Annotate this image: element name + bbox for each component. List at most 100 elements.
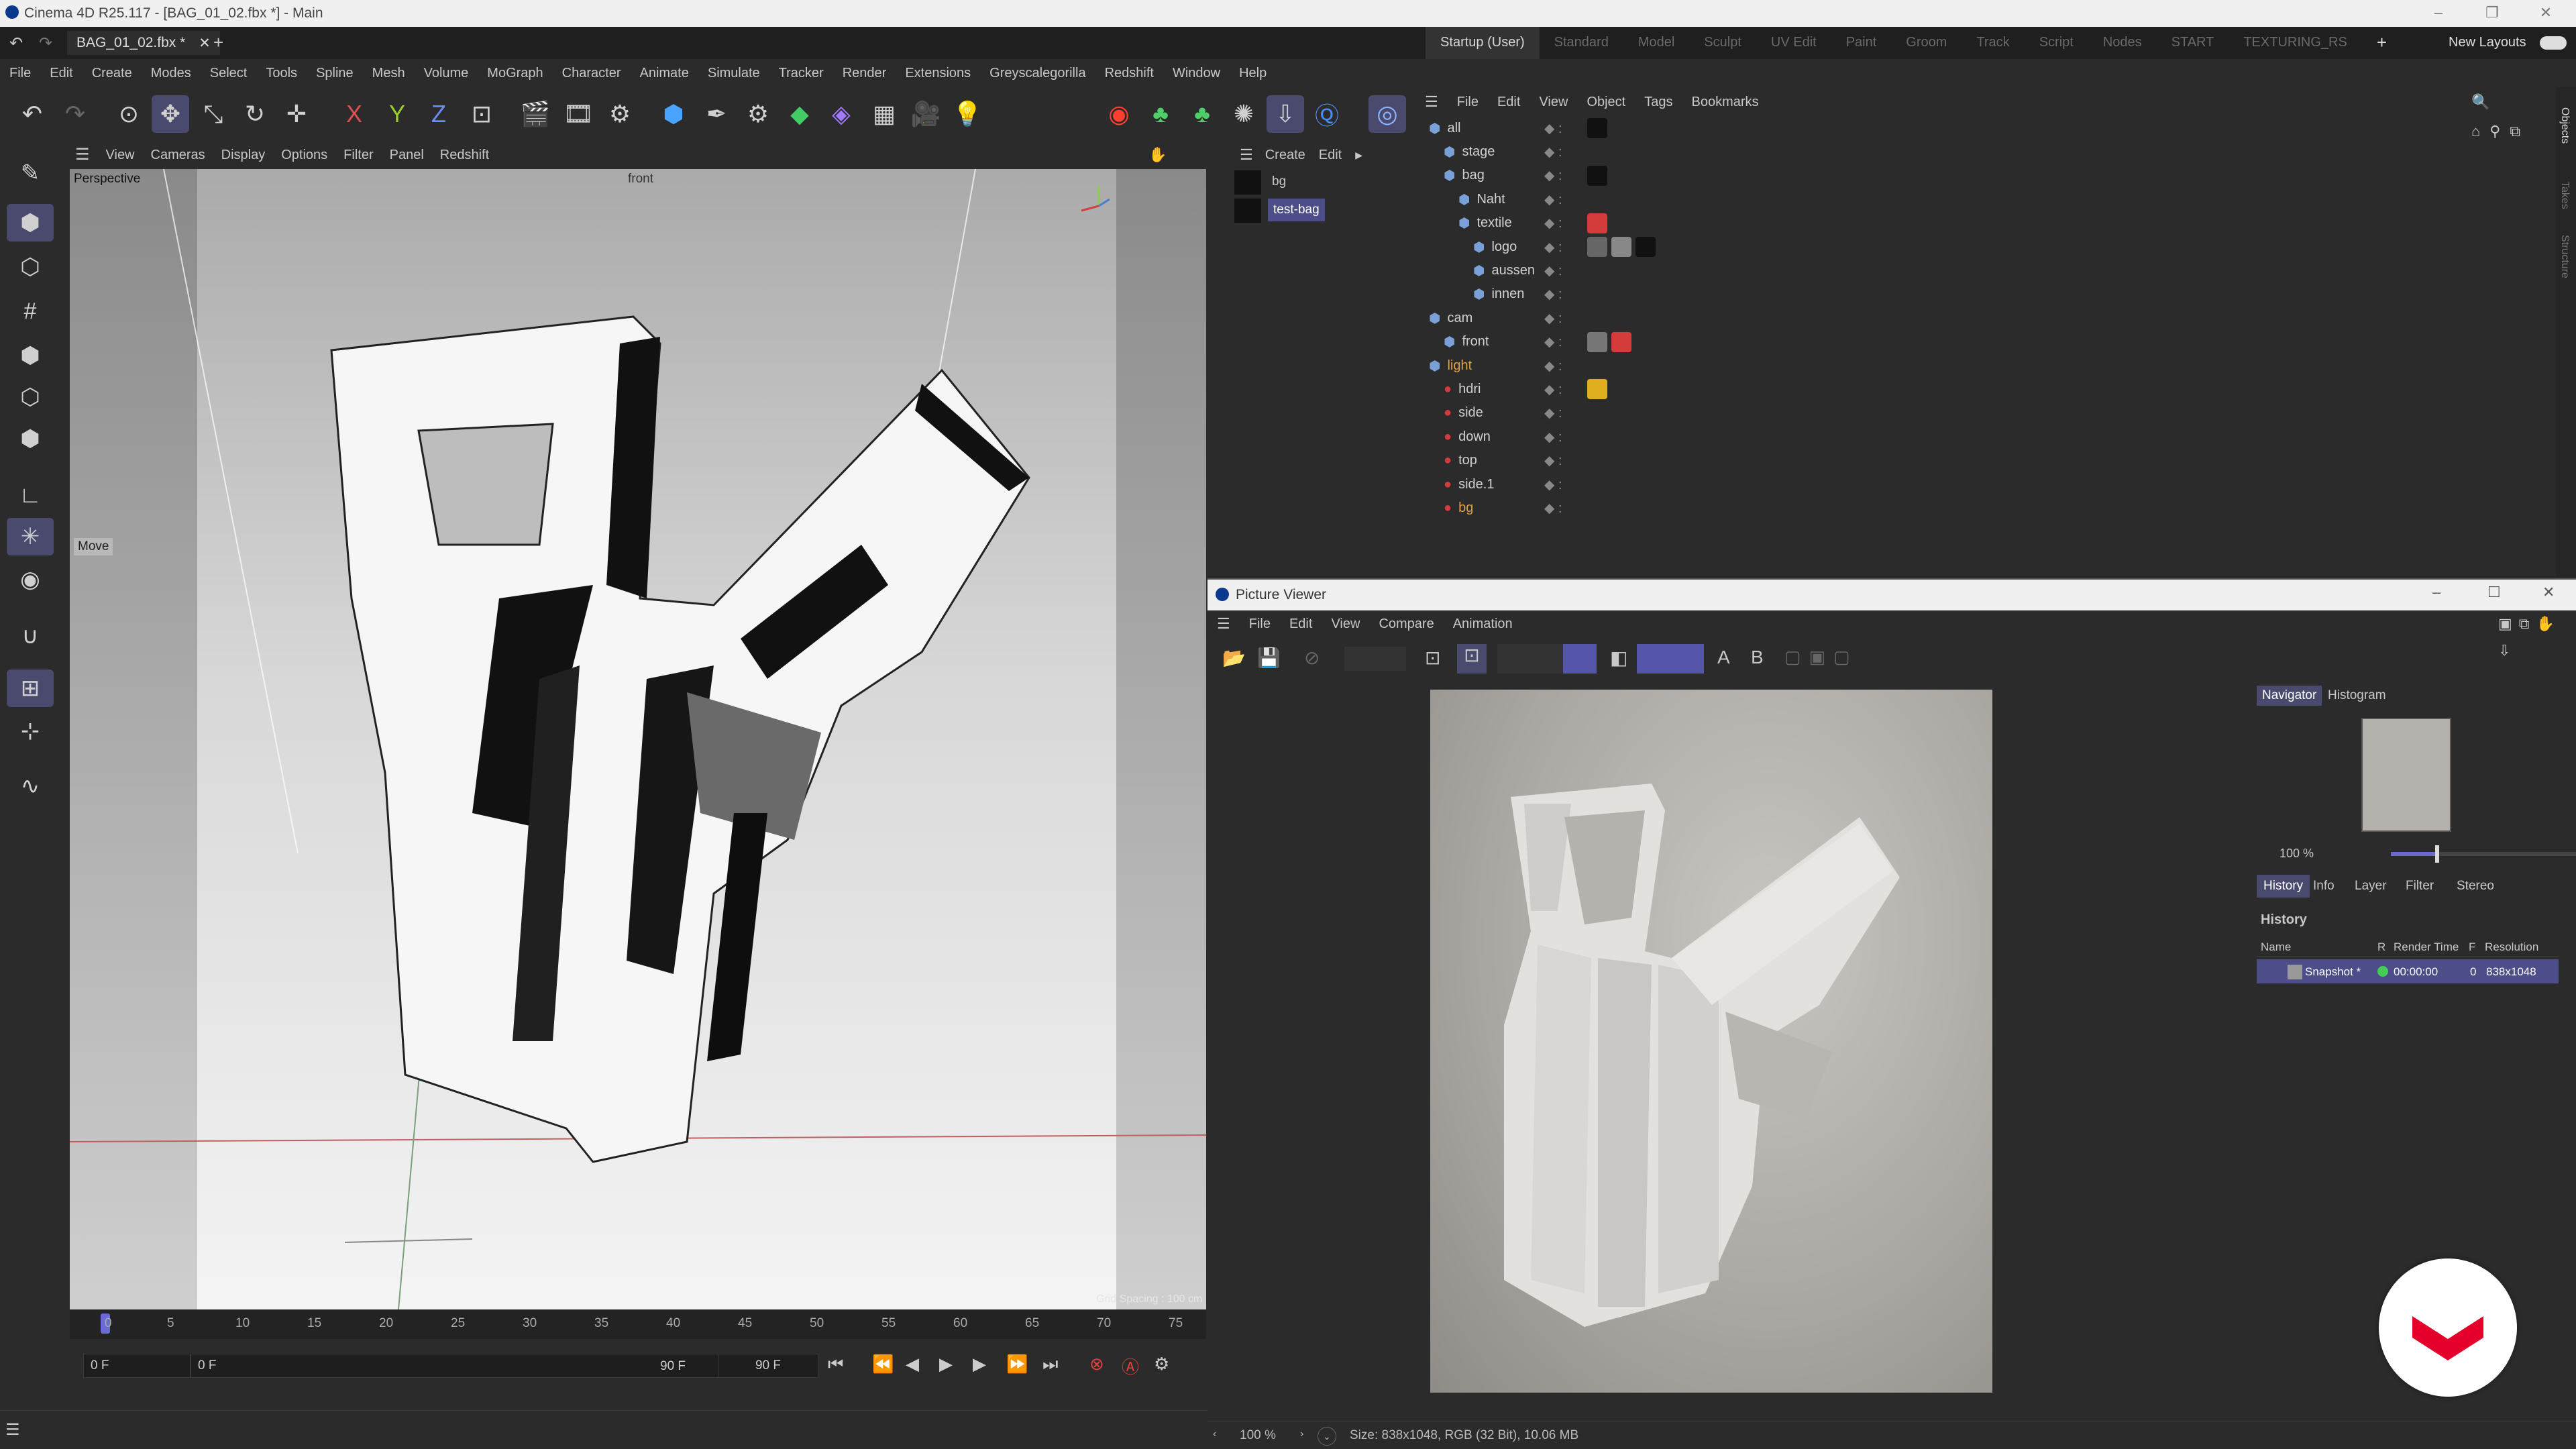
viewport-menu-item[interactable]: Cameras	[143, 141, 213, 169]
layouts-toggle[interactable]	[2540, 36, 2567, 50]
visibility-toggle[interactable]: ◆ :	[1544, 212, 1562, 235]
menu-item[interactable]: Greyscalegorilla	[980, 59, 1095, 87]
region-icon[interactable]: ⊡	[1425, 647, 1440, 669]
zoom-increase-icon[interactable]: ›	[1300, 1428, 1303, 1440]
previous-key-icon[interactable]: ⏪	[872, 1354, 894, 1375]
visibility-toggle[interactable]: ◆ :	[1544, 354, 1562, 377]
object-mode-icon[interactable]: ⬢	[7, 204, 54, 241]
transform-icon[interactable]: ✛	[278, 95, 315, 133]
visibility-toggle[interactable]: ◆ :	[1544, 331, 1562, 354]
axis-mode-icon[interactable]: ∟	[7, 476, 54, 514]
mograph-icon[interactable]: ♣	[1142, 95, 1179, 133]
layout-tab[interactable]: Track	[1962, 27, 2024, 59]
menu-item[interactable]: MoGraph	[478, 59, 552, 87]
pv-menu-item[interactable]: Edit	[1280, 610, 1322, 637]
object-tag[interactable]	[1587, 118, 1607, 138]
hamburger-icon[interactable]: ☰	[1234, 146, 1258, 164]
layout-tab[interactable]: Startup (User)	[1426, 27, 1540, 59]
visibility-toggle[interactable]: ◆ :	[1544, 117, 1562, 140]
fit-icon[interactable]: ⊡	[1457, 644, 1487, 674]
effector-icon[interactable]: ✺	[1225, 95, 1263, 133]
layout-tab[interactable]: TEXTURING_RS	[2229, 27, 2361, 59]
pv-menu-item[interactable]: Compare	[1369, 610, 1443, 637]
layout-tab[interactable]: Standard	[1540, 27, 1623, 59]
object-menu-item[interactable]: View	[1529, 87, 1577, 117]
object-tree-item[interactable]: ● side	[1444, 402, 1483, 425]
side-tab-takes[interactable]: Takes	[2559, 181, 2571, 209]
object-tag[interactable]	[1611, 237, 1631, 257]
minimize-icon[interactable]: –	[2432, 584, 2440, 601]
hamburger-icon[interactable]: ☰	[1415, 87, 1448, 117]
point-mode-icon[interactable]: ⬢	[7, 337, 54, 374]
y-axis-icon[interactable]: Y	[378, 95, 416, 133]
menu-item[interactable]: Animate	[630, 59, 698, 87]
object-tree-item[interactable]: ⬢ Naht	[1458, 188, 1505, 211]
menu-item[interactable]: Help	[1230, 59, 1276, 87]
visibility-toggle[interactable]: ◆ :	[1544, 425, 1562, 448]
object-menu-item[interactable]: Bookmarks	[1682, 87, 1768, 117]
maximize-icon[interactable]: ☐	[2487, 584, 2501, 601]
polygon-mode-icon[interactable]: ⬢	[7, 420, 54, 458]
pv-menu-item[interactable]: Animation	[1444, 610, 1522, 637]
subdivision-icon[interactable]: ⚙	[739, 95, 777, 133]
layout-tab[interactable]: Script	[2025, 27, 2088, 59]
layout-tab[interactable]: Groom	[1891, 27, 1962, 59]
render-settings-icon[interactable]: ⚙	[601, 95, 639, 133]
object-tree-item[interactable]: ⬢ innen	[1473, 283, 1524, 306]
object-tree-item[interactable]: ⬢ cam	[1429, 307, 1472, 329]
new-tab-button[interactable]: +	[213, 32, 223, 53]
viewport-menu-item[interactable]: Panel	[382, 141, 432, 169]
menu-item[interactable]: Extensions	[896, 59, 980, 87]
menu-item[interactable]: Select	[201, 59, 257, 87]
visibility-toggle[interactable]: ◆ :	[1544, 188, 1562, 211]
object-tree-item[interactable]: ⬢ bag	[1444, 164, 1485, 187]
navigator-thumbnail[interactable]	[2361, 718, 2451, 832]
object-tree-item[interactable]: ● bg	[1444, 496, 1473, 519]
end-frame-field[interactable]: 90 F	[718, 1354, 818, 1378]
visibility-toggle[interactable]: ◆ :	[1544, 449, 1562, 472]
hamburger-icon[interactable]: ☰	[1208, 610, 1240, 637]
layer-menu-item[interactable]: Edit	[1312, 148, 1348, 163]
tab-history[interactable]: History	[2257, 875, 2310, 898]
menu-item[interactable]: Window	[1163, 59, 1230, 87]
pv-menu-item[interactable]: File	[1240, 610, 1280, 637]
qr-icon[interactable]: Ⓠ	[1308, 95, 1346, 133]
3d-viewport[interactable]: Perspective front Move Grid Spacing : 10…	[70, 169, 1206, 1309]
object-tree-item[interactable]: ⬢ all	[1429, 117, 1460, 140]
object-tree-item[interactable]: ● down	[1444, 425, 1491, 448]
viewport-menu-item[interactable]: View	[98, 141, 143, 169]
render-picture-icon[interactable]: 🎞	[559, 95, 597, 133]
add-layout-button[interactable]: +	[2362, 27, 2402, 59]
channel-button[interactable]	[1563, 644, 1597, 674]
menu-item[interactable]: Spline	[307, 59, 363, 87]
key-settings-icon[interactable]: ⚙	[1154, 1354, 1169, 1375]
menu-item[interactable]: Modes	[142, 59, 201, 87]
pv-slot[interactable]	[1497, 644, 1571, 674]
scale-icon[interactable]: ⤡	[195, 95, 232, 133]
layout-tab[interactable]: UV Edit	[1756, 27, 1831, 59]
zoom-decrease-icon[interactable]: ‹	[1213, 1428, 1216, 1440]
menu-item[interactable]: Mesh	[363, 59, 415, 87]
cube-icon[interactable]: ⬢	[655, 95, 692, 133]
snap-icon[interactable]: ⊞	[7, 669, 54, 707]
object-tree-item[interactable]: ● top	[1444, 449, 1477, 472]
autokey-icon[interactable]: Ⓐ	[1122, 1354, 1139, 1379]
tab-histogram[interactable]: Histogram	[2322, 686, 2392, 706]
spline-icon[interactable]: ∿	[7, 767, 54, 805]
workplane-icon[interactable]: ⊹	[7, 712, 54, 750]
pen-icon[interactable]: ✒	[698, 95, 735, 133]
zoom-value[interactable]: 100 %	[2279, 847, 2314, 861]
menu-item[interactable]: Volume	[415, 59, 478, 87]
camera-label[interactable]: front	[628, 172, 653, 186]
stop-icon[interactable]: ⊘	[1304, 647, 1320, 669]
extrude-icon[interactable]: ◆	[781, 95, 818, 133]
pv-menu-item[interactable]: View	[1322, 610, 1369, 637]
visibility-toggle[interactable]: ◆ :	[1544, 140, 1562, 163]
field-icon[interactable]: ▦	[865, 95, 903, 133]
layout-tab[interactable]: Sculpt	[1689, 27, 1756, 59]
side-tab-objects[interactable]: Objects	[2559, 107, 2571, 144]
camera-icon[interactable]: 🎥	[907, 95, 945, 133]
deformer-icon[interactable]: ◈	[822, 95, 860, 133]
redo-icon[interactable]: ↷	[39, 34, 52, 53]
coordinate-system-icon[interactable]: ⊡	[463, 95, 500, 133]
